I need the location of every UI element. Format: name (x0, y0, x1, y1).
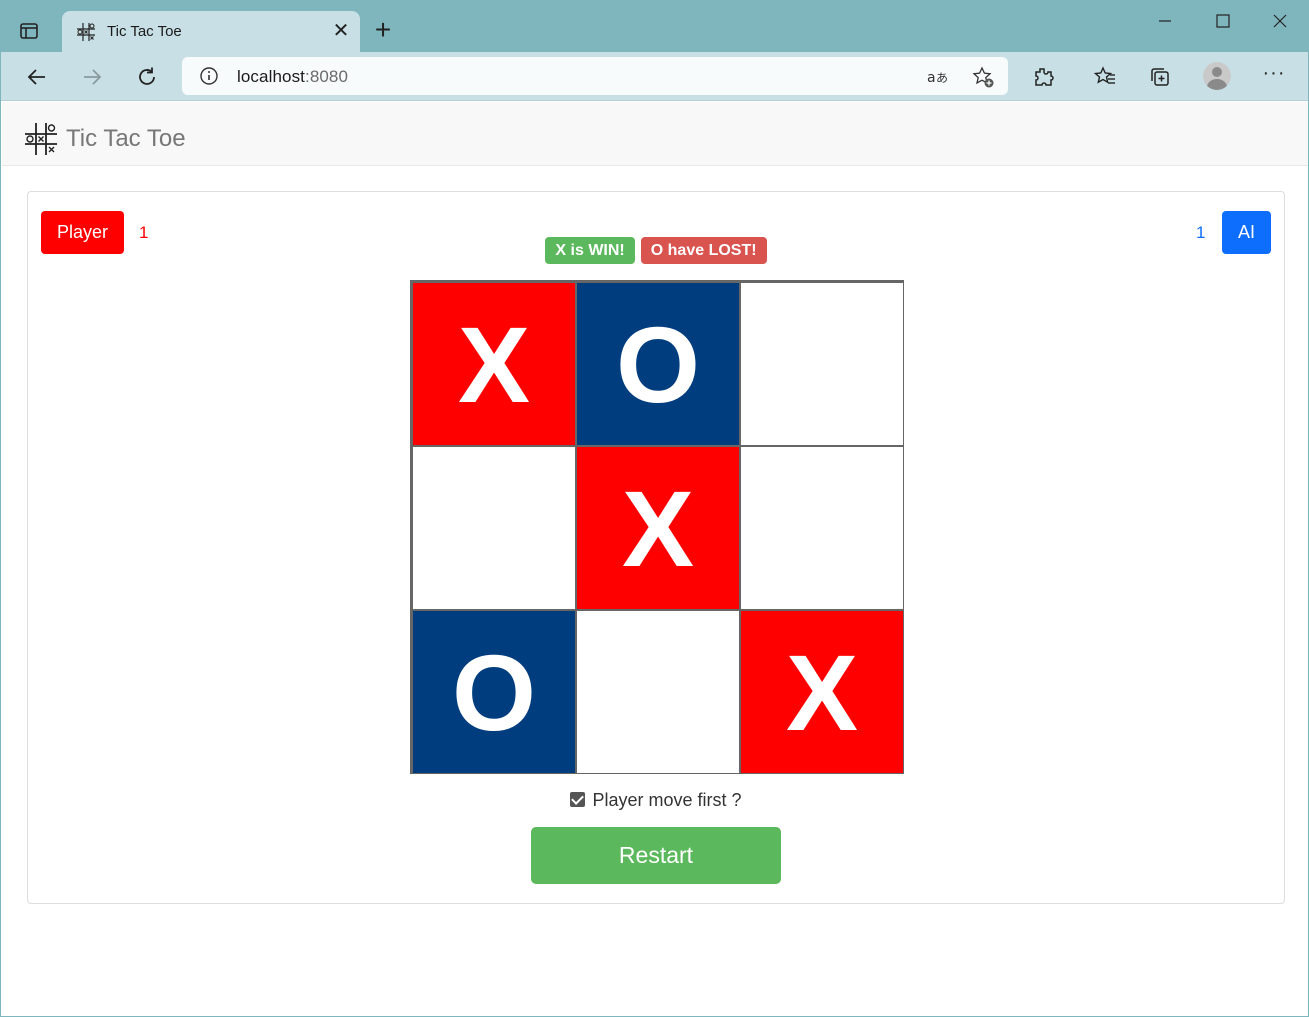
maximize-icon[interactable] (1211, 9, 1235, 33)
url-port: :8080 (305, 67, 349, 86)
board-cell[interactable]: X (412, 282, 576, 446)
extensions-icon[interactable] (1028, 62, 1058, 92)
board-cell[interactable]: O (576, 282, 740, 446)
minimize-icon[interactable] (1153, 9, 1177, 33)
tab-actions-icon[interactable] (13, 17, 45, 45)
app-brand[interactable]: Tic Tac Toe (66, 125, 186, 153)
forward-icon[interactable] (77, 62, 107, 92)
svg-text:a: a (927, 70, 936, 86)
browser-window: Tic Tac Toe ✕ + localhost:8080 a あ ··· T… (0, 0, 1309, 1017)
address-bar[interactable]: localhost:8080 aあ (182, 57, 1008, 95)
board-cell[interactable]: X (576, 446, 740, 610)
collections-icon[interactable] (1145, 62, 1175, 92)
board-cell[interactable] (740, 282, 904, 446)
board-cell[interactable] (412, 446, 576, 610)
restart-button[interactable]: Restart (531, 827, 781, 884)
new-tab-icon[interactable]: + (369, 16, 397, 45)
browser-tab[interactable]: Tic Tac Toe ✕ (62, 11, 360, 52)
more-icon[interactable]: ··· (1259, 63, 1289, 91)
close-tab-icon[interactable]: ✕ (330, 20, 352, 42)
player-first-option: Player move first ? (28, 790, 1284, 811)
profile-icon[interactable] (1203, 62, 1231, 90)
info-icon[interactable] (199, 66, 219, 86)
board-cell[interactable]: X (740, 610, 904, 774)
board-cell[interactable] (576, 610, 740, 774)
game-status: X is WIN! O have LOST! (28, 237, 1284, 265)
svg-text:あ: あ (936, 71, 948, 85)
read-aloud-icon[interactable]: aあ (926, 65, 950, 89)
game-panel: Player 1 1 AI X is WIN! O have LOST! XOXO… (27, 191, 1285, 904)
url-text: localhost:8080 (237, 67, 348, 87)
board-cell[interactable] (740, 446, 904, 610)
browser-toolbar: localhost:8080 aあ ··· (1, 52, 1308, 101)
app-navbar: Tic Tac Toe (2, 102, 1308, 166)
back-icon[interactable] (22, 62, 52, 92)
lost-badge: O have LOST! (640, 237, 767, 264)
refresh-icon[interactable] (132, 62, 162, 92)
tab-strip: Tic Tac Toe ✕ + (1, 1, 1308, 52)
tic-tac-toe-icon (76, 22, 96, 42)
tic-tac-toe-icon[interactable] (24, 122, 58, 156)
board-cell[interactable]: O (412, 610, 576, 774)
close-window-icon[interactable] (1268, 9, 1292, 33)
player-first-label[interactable]: Player move first ? (592, 790, 741, 810)
game-board: XOXOX (410, 280, 904, 774)
add-favorite-icon[interactable] (971, 65, 995, 89)
win-badge: X is WIN! (545, 237, 635, 264)
player-first-checkbox[interactable] (570, 792, 586, 807)
tab-title: Tic Tac Toe (107, 23, 182, 40)
favorites-icon[interactable] (1090, 62, 1120, 92)
url-host: localhost (237, 67, 305, 86)
